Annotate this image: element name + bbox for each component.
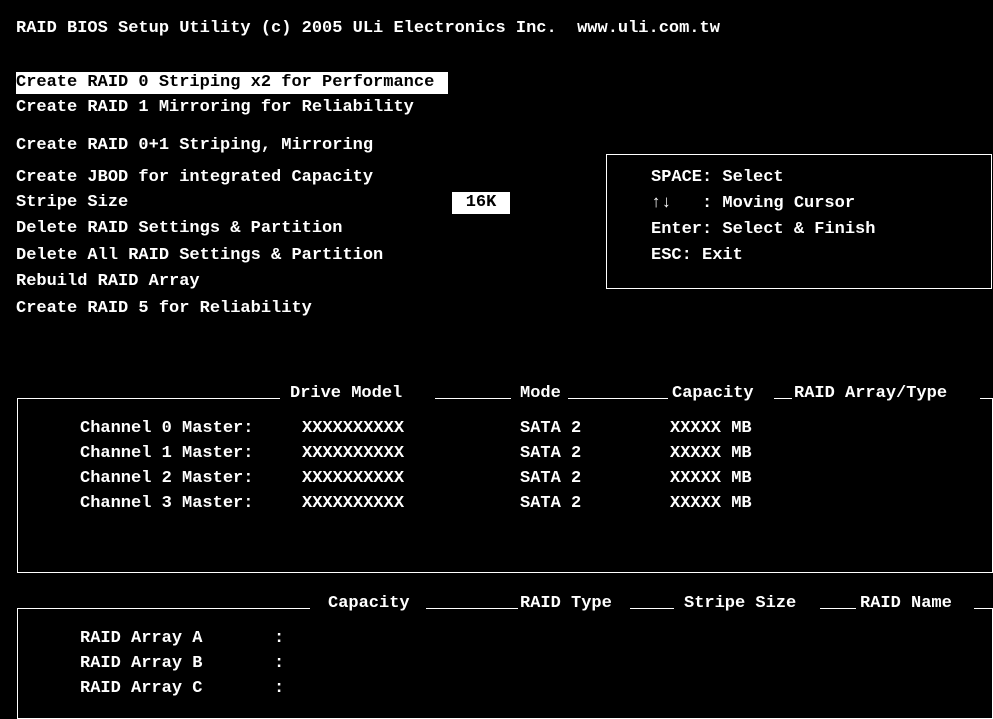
menu-create-raid5[interactable]: Create RAID 5 for Reliability: [16, 298, 312, 320]
menu-create-raid01[interactable]: Create RAID 0+1 Striping, Mirroring: [16, 135, 373, 157]
stripe-size-value[interactable]: 16K: [452, 192, 510, 214]
header-stripe-size: Stripe Size: [684, 594, 797, 613]
drive-row-mode: SATA 2: [520, 444, 582, 463]
utility-title: RAID BIOS Setup Utility (c) 2005 ULi Ele…: [16, 19, 720, 38]
drive-row-capacity: XXXXX MB: [670, 469, 752, 488]
raid-array-panel: Capacity RAID Type Stripe Size RAID Name…: [17, 594, 993, 719]
help-space-select: SPACE: Select: [651, 168, 784, 187]
menu-create-jbod[interactable]: Create JBOD for integrated Capacity: [16, 167, 373, 189]
drive-row-model: XXXXXXXXXX: [302, 419, 405, 438]
header-raid-name: RAID Name: [860, 594, 952, 613]
header-raid-type: RAID Type: [520, 594, 612, 613]
menu-stripe-size[interactable]: Stripe Size: [16, 192, 128, 214]
drive-row-mode: SATA 2: [520, 494, 582, 513]
drive-row-capacity: XXXXX MB: [670, 494, 752, 513]
menu-create-raid1[interactable]: Create RAID 1 Mirroring for Reliability: [16, 97, 414, 119]
drive-row-channel: Channel 3 Master:: [80, 494, 254, 513]
drive-row-capacity: XXXXX MB: [670, 444, 752, 463]
raid-array-row-sep: :: [274, 629, 285, 648]
key-help-box: SPACE: Select ↑↓ : Moving Cursor Enter: …: [606, 154, 992, 289]
raid-array-row-name: RAID Array C: [80, 679, 203, 698]
raid-array-row-name: RAID Array B: [80, 654, 203, 673]
help-enter-finish: Enter: Select & Finish: [651, 220, 876, 239]
header-capacity: Capacity: [672, 384, 754, 403]
drive-row-capacity: XXXXX MB: [670, 419, 752, 438]
drive-row-channel: Channel 2 Master:: [80, 469, 254, 488]
header-drive-model: Drive Model: [290, 384, 403, 403]
raid-array-row-sep: :: [274, 679, 285, 698]
menu-delete-all-raid[interactable]: Delete All RAID Settings & Partition: [16, 245, 383, 267]
header-array-capacity: Capacity: [328, 594, 410, 613]
drive-row-mode: SATA 2: [520, 419, 582, 438]
menu-delete-raid[interactable]: Delete RAID Settings & Partition: [16, 218, 342, 240]
drive-list-panel: Drive Model Mode Capacity RAID Array/Typ…: [17, 384, 993, 573]
menu-rebuild-raid[interactable]: Rebuild RAID Array: [16, 271, 200, 293]
drive-row-mode: SATA 2: [520, 469, 582, 488]
drive-row-channel: Channel 0 Master:: [80, 419, 254, 438]
drive-row-model: XXXXXXXXXX: [302, 444, 405, 463]
help-moving-cursor: ↑↓ : Moving Cursor: [651, 194, 856, 213]
raid-array-row-sep: :: [274, 654, 285, 673]
drive-row-model: XXXXXXXXXX: [302, 469, 405, 488]
drive-row-model: XXXXXXXXXX: [302, 494, 405, 513]
drive-row-channel: Channel 1 Master:: [80, 444, 254, 463]
header-raid-array-type: RAID Array/Type: [794, 384, 948, 403]
menu-create-raid0[interactable]: Create RAID 0 Striping x2 for Performanc…: [16, 72, 449, 94]
header-mode: Mode: [520, 384, 561, 403]
raid-array-row-name: RAID Array A: [80, 629, 203, 648]
help-esc-exit: ESC: Exit: [651, 246, 743, 265]
